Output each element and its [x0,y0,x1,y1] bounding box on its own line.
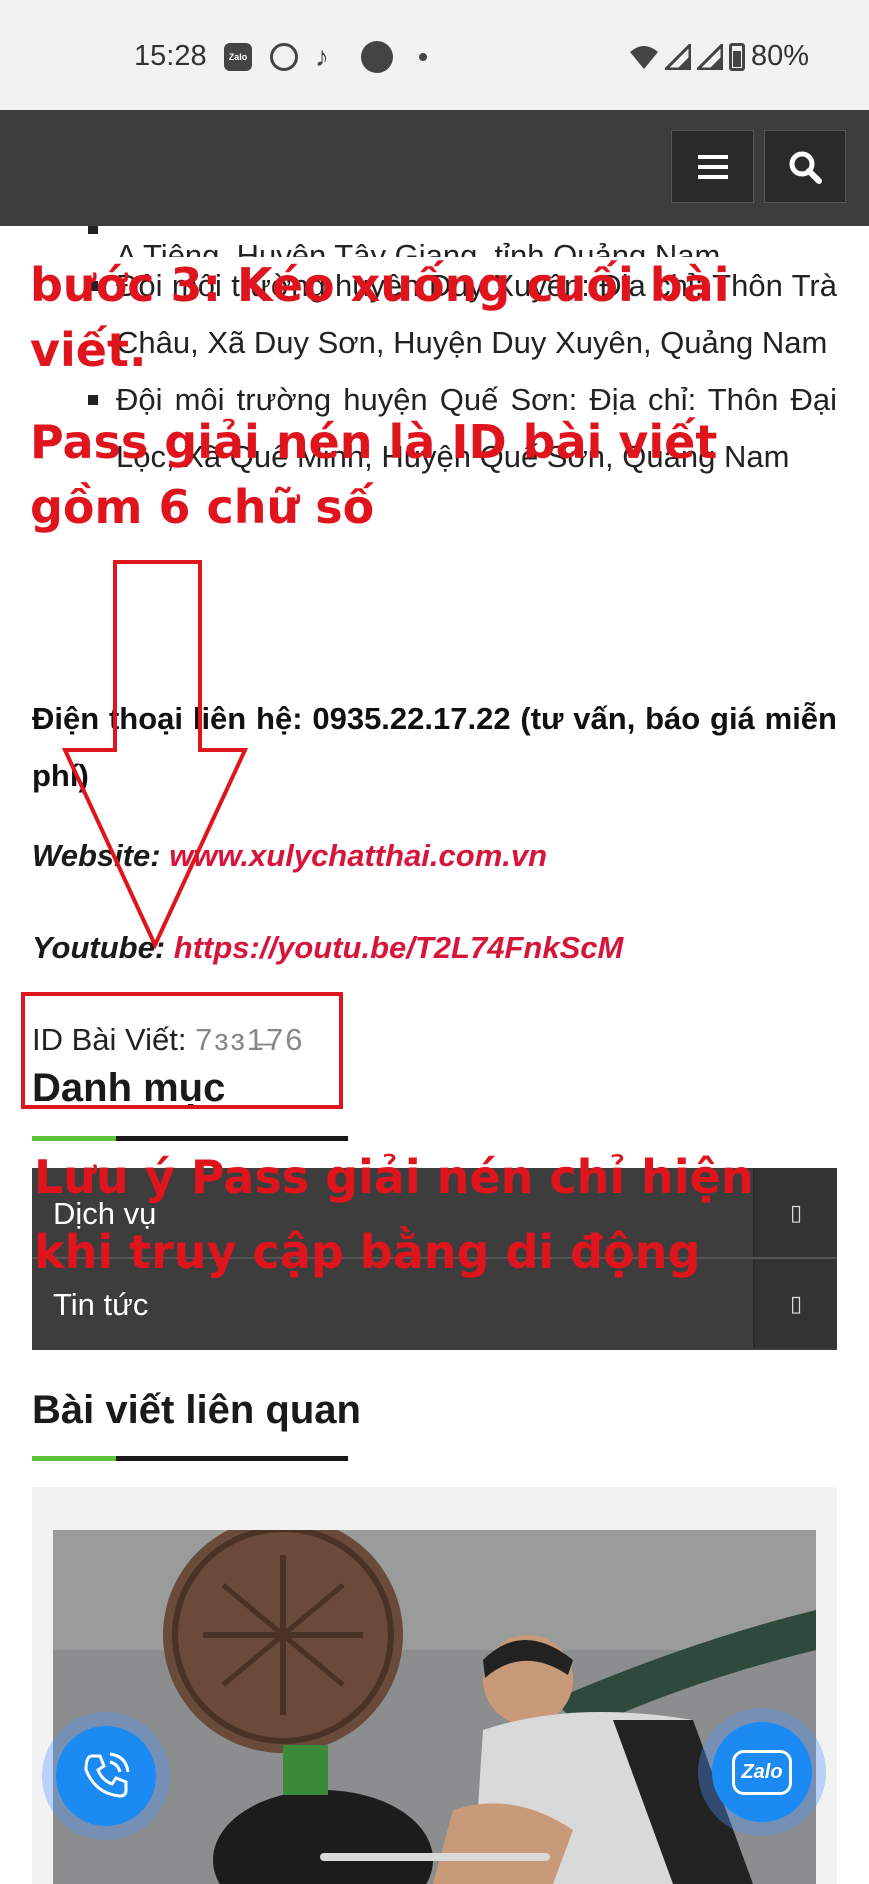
battery-level: 80% [750,40,809,72]
top-navbar [0,110,869,226]
search-button[interactable] [764,130,846,203]
status-time: 15:28 [134,40,207,72]
sport-icon [270,43,298,71]
signal-icon-2 [696,43,723,70]
signal-icon [664,43,691,70]
menu-button[interactable] [671,130,754,203]
related-post-image[interactable] [53,1530,816,1884]
call-button[interactable] [42,1712,170,1840]
search-icon [789,151,822,184]
zalo-icon: Zalo [732,1749,792,1795]
wifi-icon [629,45,658,69]
status-bar: 15:28 Zalo ♪ 80% [0,0,869,110]
title-underline [32,1456,348,1461]
annotation-step: bước 3: Kéo xuống cuối bài viết. [30,258,730,377]
annotation-password: Pass giải nén là ID bài viết gồm 6 chữ s… [30,415,718,534]
manhole-photo [53,1530,816,1884]
record-icon [361,41,393,73]
zalo-icon: Zalo [224,43,252,71]
zalo-chat-button[interactable]: Zalo [698,1708,826,1836]
home-indicator[interactable] [320,1853,550,1861]
phone-icon [84,1752,130,1798]
battery-icon [728,42,745,71]
status-right: 80% [629,40,809,73]
down-arrow-icon [61,560,249,950]
tiktok-icon: ♪ [315,41,329,72]
category-label: Tin tức [53,1287,149,1322]
hamburger-icon [697,154,728,179]
related-title: Bài viết liên quan [32,1388,361,1432]
more-notifications-icon [419,53,427,61]
related-post-card[interactable] [32,1487,837,1884]
annotation-note: Lưu ý Pass giải nén chỉ hiện khi truy cậ… [34,1150,754,1279]
highlight-box [21,992,343,1109]
